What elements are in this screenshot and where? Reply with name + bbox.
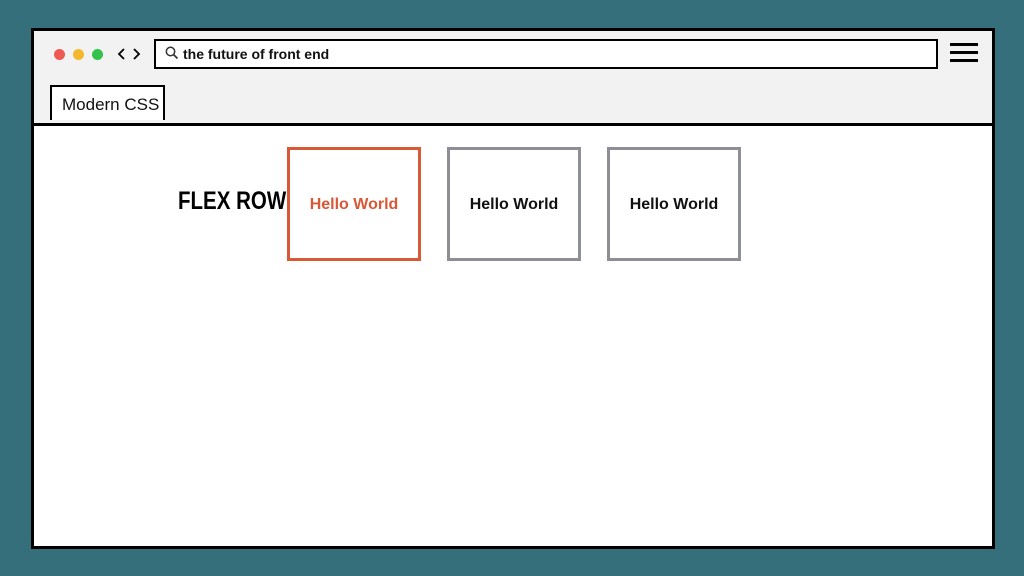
- hello-world-text: Hello World: [469, 196, 559, 213]
- maximize-window-button[interactable]: [92, 49, 103, 60]
- address-bar-text[interactable]: the future of front end: [183, 46, 329, 62]
- hamburger-menu-icon[interactable]: [950, 43, 978, 65]
- flex-row-heading: FLEX ROW: [178, 187, 287, 215]
- page-content: FLEX ROW Hello World Hello World Hello W…: [34, 126, 992, 546]
- browser-window: the future of front end Modern CSS FLEX …: [31, 28, 995, 549]
- hello-world-text: Hello World: [309, 196, 399, 213]
- tab-label: Modern CSS: [62, 95, 160, 114]
- hello-world-box: Hello World: [607, 147, 741, 261]
- hello-world-box-highlighted: Hello World: [287, 147, 421, 261]
- hello-world-text: Hello World: [629, 196, 719, 213]
- hello-world-box: Hello World: [447, 147, 581, 261]
- search-icon: [164, 45, 180, 61]
- browser-toolbar: the future of front end Modern CSS: [34, 31, 992, 126]
- minimize-window-button[interactable]: [73, 49, 84, 60]
- address-bar[interactable]: the future of front end: [154, 39, 938, 69]
- tab-modern-css[interactable]: Modern CSS: [50, 85, 165, 120]
- close-window-button[interactable]: [54, 49, 65, 60]
- chevron-left-icon[interactable]: [116, 45, 128, 63]
- chevron-right-icon[interactable]: [130, 45, 142, 63]
